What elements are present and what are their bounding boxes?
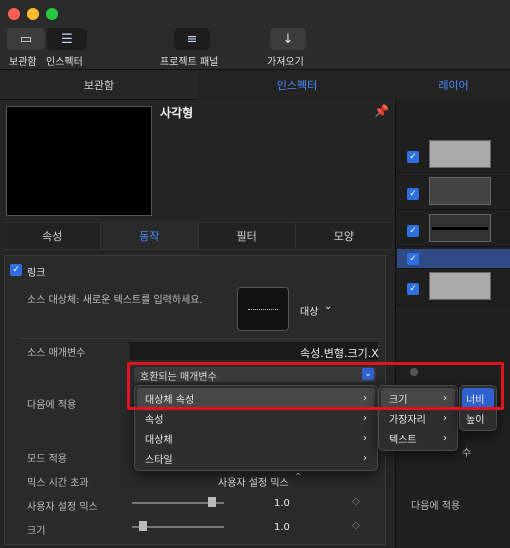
layers-partial-label: 수 bbox=[462, 448, 472, 459]
menu-item-properties[interactable]: 속성 › bbox=[137, 408, 375, 428]
scale-value[interactable]: 1.0 bbox=[274, 522, 290, 533]
import-label: 가져오기 bbox=[267, 57, 304, 68]
library-icon: ▭ bbox=[19, 31, 33, 47]
layer-checkbox[interactable]: ✓ bbox=[407, 225, 419, 237]
chevron-right-icon: › bbox=[443, 432, 447, 444]
sliders-icon: ☰ bbox=[61, 31, 73, 47]
list-icon: ≡ bbox=[186, 31, 198, 47]
link-checkbox[interactable]: ✓ bbox=[10, 264, 22, 276]
layer-checkbox[interactable]: ✓ bbox=[407, 283, 419, 295]
target-label: 대상 bbox=[300, 307, 319, 318]
scale-label: 크기 bbox=[27, 526, 46, 537]
layer-thumbnail bbox=[429, 214, 491, 242]
chevron-right-icon: › bbox=[363, 412, 367, 424]
tab-filters[interactable]: 필터 bbox=[199, 223, 296, 249]
menu-item-edge[interactable]: 가장자리 › bbox=[381, 408, 455, 428]
apply-to-label-right: 다음에 적용 bbox=[411, 501, 461, 512]
pin-icon[interactable]: 📌 bbox=[374, 104, 389, 118]
group-title: 링크 bbox=[27, 268, 46, 279]
mix-timeout-label: 믹스 시간 초과 bbox=[27, 478, 89, 489]
layer-row[interactable]: ✓ bbox=[397, 174, 510, 210]
menu-item-object-properties[interactable]: 대상체 속성 › bbox=[137, 388, 375, 408]
mix-timeout-value[interactable]: 사용자 설정 믹스 bbox=[218, 474, 289, 489]
text-placeholder-icon bbox=[248, 309, 278, 310]
layer-row[interactable]: ✓ bbox=[397, 137, 510, 173]
down-arrow-icon: ↓ bbox=[282, 31, 294, 47]
object-preview bbox=[6, 106, 152, 216]
keyframe-diamond-icon[interactable]: ◇ bbox=[352, 520, 360, 531]
layer-checkbox[interactable]: ✓ bbox=[407, 253, 419, 265]
menu-item-text[interactable]: 텍스트 › bbox=[381, 428, 455, 448]
layer-checkbox[interactable]: ✓ bbox=[407, 151, 419, 163]
menu-item-size[interactable]: 크기 › bbox=[381, 388, 455, 408]
layer-row-selected[interactable]: ✓ bbox=[397, 249, 510, 269]
size-submenu: 너비 높이 bbox=[459, 385, 497, 431]
mode-label: 모드 적용 bbox=[27, 454, 67, 465]
library-button[interactable]: ▭ bbox=[7, 28, 45, 50]
tab-library[interactable]: 보관함 bbox=[0, 70, 198, 100]
compatible-params-label: 호환되는 매개변수 bbox=[140, 372, 217, 383]
chevron-right-icon: › bbox=[363, 432, 367, 444]
stepper-icon[interactable]: ⌃ bbox=[294, 472, 302, 483]
inspector-button[interactable]: ☰ bbox=[47, 28, 87, 50]
source-object-label: 소스 대상체: 새로운 텍스트를 입력하세요. bbox=[27, 295, 203, 306]
chevron-down-icon[interactable]: ⌄ bbox=[324, 301, 332, 312]
layer-checkbox[interactable]: ✓ bbox=[407, 188, 419, 200]
keyframe-diamond-icon[interactable]: ◇ bbox=[352, 496, 360, 507]
dot-icon bbox=[410, 368, 418, 376]
chevron-right-icon: › bbox=[363, 392, 367, 404]
close-window-button[interactable] bbox=[8, 8, 20, 20]
layer-thumbnail bbox=[429, 177, 491, 205]
apply-to-label: 다음에 적용 bbox=[27, 400, 77, 411]
source-param-label: 소스 매개변수 bbox=[27, 348, 86, 359]
object-properties-submenu: 크기 › 가장자리 › 텍스트 › bbox=[378, 385, 458, 451]
layer-row[interactable]: ✓ bbox=[397, 211, 510, 247]
library-label: 보관함 bbox=[9, 57, 37, 68]
source-param-value: 속성.변형.크기.X bbox=[300, 347, 379, 360]
chevron-right-icon: › bbox=[363, 452, 367, 464]
import-button[interactable]: ↓ bbox=[270, 28, 306, 50]
inspector-subtabs: 속성 동작 필터 모양 bbox=[4, 222, 392, 250]
chevron-right-icon: › bbox=[443, 392, 447, 404]
tab-shape[interactable]: 모양 bbox=[296, 223, 392, 249]
custom-mix-label: 사용자 설정 믹스 bbox=[27, 502, 98, 513]
layer-row[interactable]: ✓ bbox=[397, 269, 510, 305]
tab-behaviors[interactable]: 동작 bbox=[101, 223, 199, 249]
params-menu: 대상체 속성 › 속성 › 대상체 › 스타일 › bbox=[134, 385, 378, 471]
menu-item-height[interactable]: 높이 bbox=[462, 408, 494, 428]
chevron-right-icon: › bbox=[443, 412, 447, 424]
menu-item-object[interactable]: 대상체 › bbox=[137, 428, 375, 448]
project-panel-button[interactable]: ≡ bbox=[174, 28, 210, 50]
zoom-window-button[interactable] bbox=[46, 8, 58, 20]
layer-thumbnail bbox=[429, 140, 491, 168]
menu-item-width[interactable]: 너비 bbox=[462, 388, 494, 408]
divider bbox=[20, 338, 382, 339]
project-panel-label: 프로젝트 패널 bbox=[160, 57, 219, 68]
tab-layers[interactable]: 레이어 bbox=[397, 70, 510, 100]
source-object-well[interactable] bbox=[237, 287, 289, 331]
tab-inspector[interactable]: 인스펙터 bbox=[198, 70, 396, 100]
inspector-title: 사각형 bbox=[160, 106, 194, 120]
layer-thumbnail bbox=[429, 272, 491, 300]
custom-mix-value[interactable]: 1.0 bbox=[274, 498, 290, 509]
inspector-label: 인스펙터 bbox=[46, 57, 83, 68]
custom-mix-slider-knob[interactable] bbox=[207, 497, 216, 507]
minimize-window-button[interactable] bbox=[27, 8, 39, 20]
tab-properties[interactable]: 속성 bbox=[4, 223, 102, 249]
menu-item-style[interactable]: 스타일 › bbox=[137, 448, 375, 468]
popup-chevron-icon: ⌄ bbox=[362, 368, 374, 380]
scale-slider-knob[interactable] bbox=[138, 521, 147, 531]
